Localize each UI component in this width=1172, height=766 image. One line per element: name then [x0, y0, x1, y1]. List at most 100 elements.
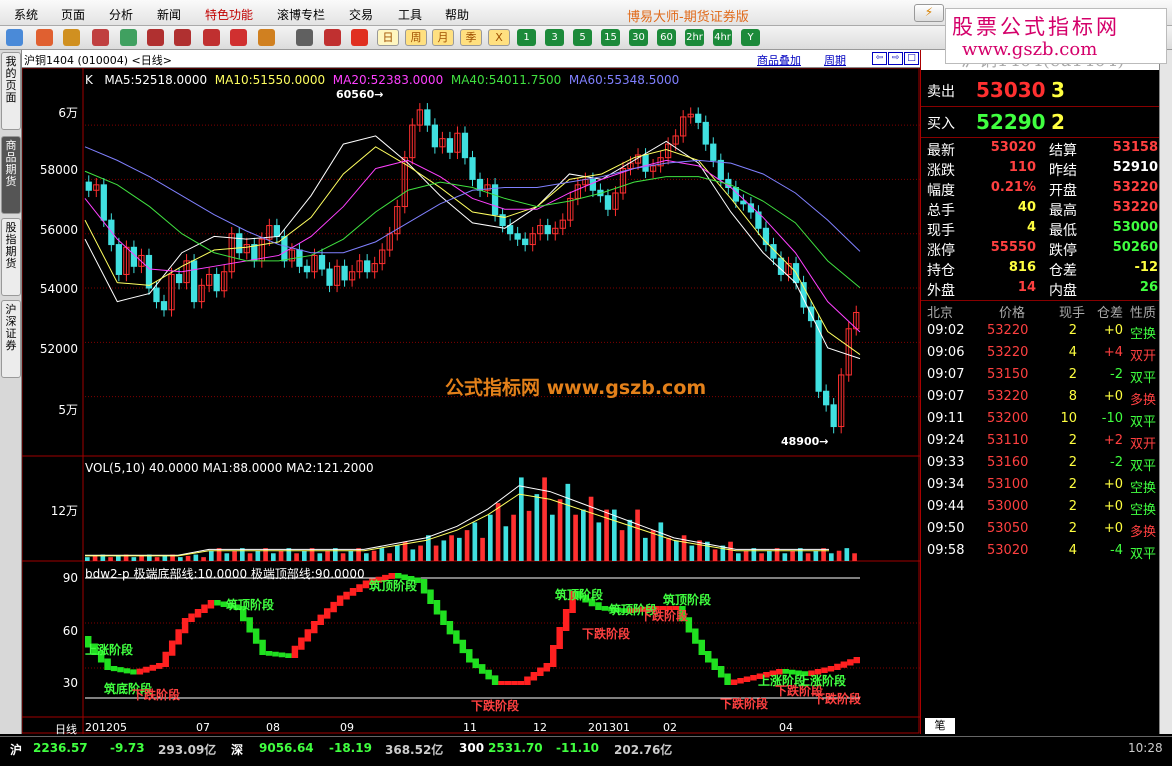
- vol-legend: VOL(5,10) 40.0000 MA1:88.0000 MA2:121.20…: [85, 461, 374, 475]
- candle-body: [115, 244, 122, 275]
- volume-bar: [557, 499, 563, 561]
- tab-shsz-stocks[interactable]: 沪深证券: [1, 300, 21, 378]
- quote-value: 53158: [1112, 140, 1158, 155]
- tick-oi-change: +0: [1103, 477, 1123, 492]
- bid-price: 52290: [976, 110, 1046, 134]
- tick-time: 09:02: [927, 323, 965, 338]
- tick-oi-change: +4: [1103, 345, 1123, 360]
- volume-bar: [232, 550, 237, 561]
- period-y[interactable]: Y: [741, 29, 760, 46]
- ask-row: 卖出 53030 3: [921, 78, 1161, 104]
- period-link[interactable]: 周期: [824, 52, 846, 68]
- bdw-segment: [304, 629, 312, 642]
- quote-scrollbar[interactable]: [1159, 50, 1172, 734]
- tick-time: 09:11: [927, 411, 965, 426]
- window-icon[interactable]: [203, 29, 220, 46]
- tab-tick-detail[interactable]: 笔: [925, 718, 955, 734]
- quote-row: 现手 4 最低 53000: [921, 220, 1161, 241]
- quote-value: 55550: [990, 240, 1036, 255]
- c300-label: 300: [459, 741, 485, 755]
- menu-analysis[interactable]: 分析: [109, 6, 133, 23]
- candle-body: [604, 195, 612, 210]
- tick-oi-change: +0: [1103, 499, 1123, 514]
- quote-value: 4: [1026, 220, 1036, 235]
- volume-bar: [774, 548, 780, 561]
- tick-row: 09:02 53220 2 +0 空换: [921, 323, 1161, 343]
- zoom-in-icon[interactable]: [147, 29, 164, 46]
- period-30[interactable]: 30: [629, 29, 648, 46]
- period-week[interactable]: 周: [405, 29, 427, 46]
- nav-left-icon[interactable]: ⇦: [872, 52, 887, 65]
- lightning-icon[interactable]: ⚡: [914, 4, 944, 22]
- tab-commodity-futures[interactable]: 商品期货: [1, 136, 21, 214]
- stage-label: 下跌阶段: [582, 627, 631, 641]
- bdw-segment: [743, 676, 751, 682]
- period-15[interactable]: 15: [601, 29, 620, 46]
- refresh-icon[interactable]: [120, 29, 137, 46]
- x-label: 12: [533, 721, 547, 734]
- period-day[interactable]: 日: [377, 29, 399, 46]
- volume-bar: [728, 541, 733, 561]
- tick-icon[interactable]: [351, 29, 368, 46]
- quote-value: 53020: [990, 140, 1036, 155]
- quote-label: 最高: [1049, 203, 1077, 219]
- back-icon[interactable]: [6, 29, 23, 46]
- period-2hr[interactable]: 2hr: [685, 29, 704, 46]
- period-x[interactable]: X: [488, 29, 510, 46]
- candle-body: [236, 233, 243, 254]
- tick-nature: 多换: [1130, 525, 1157, 540]
- menu-page[interactable]: 页面: [61, 6, 85, 23]
- period-season[interactable]: 季: [460, 29, 482, 46]
- volume-bar: [201, 557, 206, 561]
- overlay-link[interactable]: 商品叠加: [757, 52, 801, 68]
- nav-right-icon[interactable]: ⇨: [888, 52, 903, 65]
- list-icon[interactable]: [63, 29, 80, 46]
- table-icon[interactable]: [296, 29, 313, 46]
- menu-special[interactable]: 特色功能: [205, 6, 253, 23]
- period-5[interactable]: 5: [573, 29, 592, 46]
- draw-icon[interactable]: [230, 29, 247, 46]
- stage-label: 下跌阶段: [640, 609, 689, 623]
- nav-zoom-icon[interactable]: □: [904, 52, 919, 65]
- tab-index-futures[interactable]: 股指期货: [1, 218, 21, 296]
- menu-tools[interactable]: 工具: [398, 6, 422, 23]
- tick-oi-change: +0: [1103, 323, 1123, 338]
- tab-my-page[interactable]: 我的页面: [1, 52, 21, 130]
- volume-bar: [503, 526, 509, 561]
- period-month[interactable]: 月: [432, 29, 454, 46]
- menu-news[interactable]: 新闻: [157, 6, 181, 23]
- menu-column[interactable]: 滚博专栏: [277, 6, 325, 23]
- period-60[interactable]: 60: [657, 29, 676, 46]
- menu-trade[interactable]: 交易: [349, 6, 373, 23]
- home-icon[interactable]: [36, 29, 53, 46]
- candle-body: [589, 178, 597, 191]
- volume-bar: [619, 530, 625, 561]
- sh-change: -9.73: [110, 741, 145, 755]
- news-icon[interactable]: [92, 29, 109, 46]
- period-1[interactable]: 1: [517, 29, 536, 46]
- bdw-segment: [550, 645, 557, 667]
- chart-icon[interactable]: [324, 29, 341, 46]
- volume-bar: [116, 555, 121, 561]
- bdw-segment: [472, 658, 479, 669]
- c300-amount: 202.76亿: [614, 743, 673, 757]
- alarm-icon[interactable]: [258, 29, 275, 46]
- ma-line-ma40: [84, 170, 861, 289]
- menu-help[interactable]: 帮助: [445, 6, 469, 23]
- bdw-segment: [420, 579, 428, 594]
- quote-label: 涨跌: [927, 163, 955, 179]
- volume-bar: [666, 537, 671, 561]
- zoom-out-icon[interactable]: [174, 29, 191, 46]
- candle-body: [476, 178, 484, 191]
- menu-system[interactable]: 系统: [14, 6, 38, 23]
- app-title: 博易大师-期货证券版: [627, 10, 749, 25]
- tick-price: 53220: [987, 323, 1029, 338]
- chart-canvas[interactable]: [22, 68, 920, 734]
- period-3[interactable]: 3: [545, 29, 564, 46]
- candle-body: [251, 244, 258, 262]
- legend-ma5: MA5:52518.0000: [104, 73, 208, 87]
- bdw-segment: [491, 675, 499, 685]
- volume-bar: [247, 553, 253, 561]
- candle-body: [823, 390, 830, 406]
- period-4hr[interactable]: 4hr: [713, 29, 732, 46]
